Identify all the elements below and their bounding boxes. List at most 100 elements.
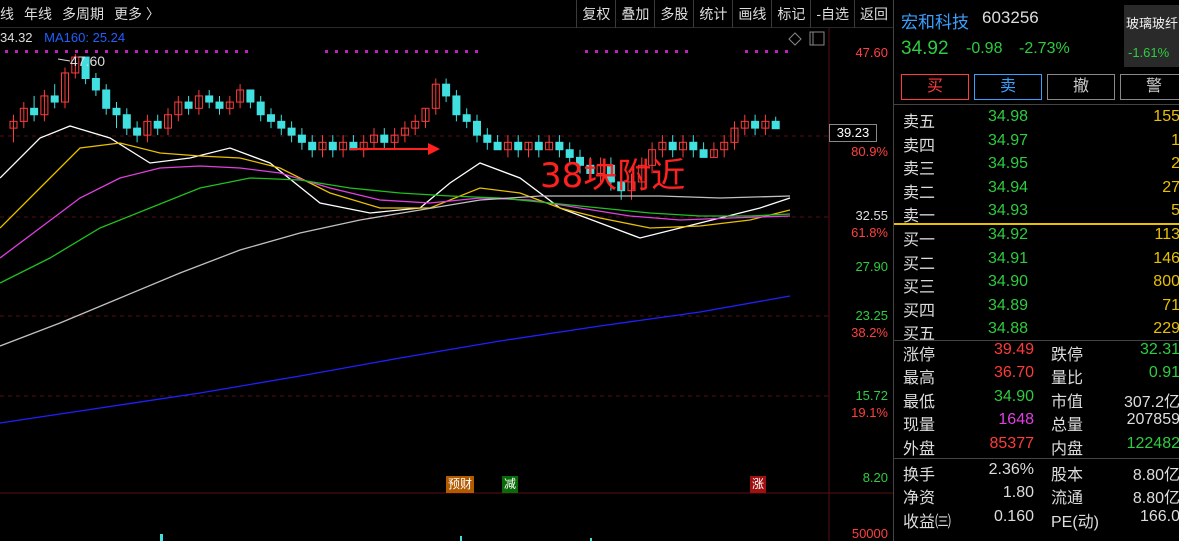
period-option[interactable]: 线 bbox=[0, 4, 14, 24]
orderbook-vol: 155 bbox=[1153, 108, 1179, 125]
stat-label: 收益㈢ bbox=[903, 513, 952, 531]
sector-box[interactable]: 玻璃玻纤 -1.61% bbox=[1124, 5, 1179, 67]
toolbar-button[interactable]: 统计 bbox=[693, 0, 732, 28]
stat-label: 最高 bbox=[903, 370, 936, 388]
volume-tick: 50000 bbox=[851, 526, 888, 541]
divider bbox=[894, 104, 1179, 105]
stat-label: 净资 bbox=[903, 490, 936, 508]
candle-body bbox=[256, 101, 265, 116]
signal-dot bbox=[775, 50, 778, 53]
signal-dot bbox=[755, 50, 758, 53]
signal-dot bbox=[215, 50, 218, 53]
orderbook-row[interactable]: 买三 34.90 800 bbox=[894, 271, 1179, 296]
cancel-order-button[interactable]: 撤 bbox=[1047, 74, 1115, 100]
event-tag-forecast[interactable]: 预财 bbox=[446, 476, 475, 493]
signal-dot bbox=[175, 50, 178, 53]
stat-value: 307.2亿 bbox=[1123, 393, 1179, 411]
fib-label: 61.8% bbox=[851, 225, 888, 240]
signal-dot bbox=[5, 50, 8, 53]
period-option[interactable]: 年线 bbox=[24, 4, 52, 24]
orderbook-label: 买三 bbox=[903, 279, 936, 296]
candle-body bbox=[483, 134, 492, 143]
stat-label: 外盘 bbox=[903, 440, 936, 458]
orderbook-row[interactable]: 买四 34.89 71 bbox=[894, 295, 1179, 320]
orderbook-row[interactable]: 卖五 34.98 155 bbox=[894, 106, 1179, 131]
orderbook-row[interactable]: 买五 34.88 229 bbox=[894, 318, 1179, 343]
candle-body bbox=[133, 127, 142, 136]
candle-body bbox=[328, 141, 337, 151]
stock-code: 603256 bbox=[982, 8, 1039, 27]
toolbar-button[interactable]: -自选 bbox=[810, 0, 854, 28]
buy-button[interactable]: 买 bbox=[901, 74, 969, 100]
toolbar-button[interactable]: 画线 bbox=[732, 0, 771, 28]
toolbar-button[interactable]: 叠加 bbox=[615, 0, 654, 28]
candle-body bbox=[215, 101, 224, 109]
signal-dot bbox=[475, 50, 478, 53]
toolbar-button[interactable]: 标记 bbox=[771, 0, 810, 28]
stat-value: 166.0 bbox=[1139, 507, 1179, 525]
stat-value: 122482 bbox=[1126, 434, 1179, 452]
stat-label: 现量 bbox=[903, 417, 936, 435]
orderbook-row[interactable]: 卖一 34.93 5 bbox=[894, 200, 1179, 225]
orderbook-label: 买一 bbox=[903, 232, 936, 249]
orderbook-price: 34.91 bbox=[988, 249, 1029, 267]
sector-name: 玻璃玻纤 bbox=[1126, 16, 1179, 31]
event-tag-limit-up[interactable]: 涨 bbox=[750, 476, 767, 493]
stat-value: 32.31 bbox=[1139, 341, 1179, 358]
candle-body bbox=[462, 114, 471, 122]
signal-dot bbox=[115, 50, 118, 53]
toolbar-button[interactable]: 复权 bbox=[576, 0, 615, 28]
sell-button[interactable]: 卖 bbox=[974, 74, 1042, 100]
kline-chart[interactable]: 34.32 MA160: 25.24 47.60 38块附近 47.60 39.… bbox=[0, 28, 893, 541]
signal-dot bbox=[165, 50, 168, 53]
orderbook-label: 卖五 bbox=[903, 114, 936, 131]
signal-dot bbox=[405, 50, 408, 53]
period-option[interactable]: 多周期 bbox=[62, 4, 104, 24]
orderbook-price: 34.95 bbox=[988, 155, 1029, 172]
orderbook-price: 34.93 bbox=[988, 202, 1029, 219]
orderbook-row[interactable]: 卖四 34.97 1 bbox=[894, 130, 1179, 155]
signal-dot bbox=[585, 50, 588, 53]
candle-body bbox=[689, 141, 698, 151]
stat-row: 涨停 39.49 跌停 32.31 bbox=[894, 339, 1179, 364]
signal-dot bbox=[655, 50, 658, 53]
signal-dot bbox=[445, 50, 448, 53]
orderbook-row[interactable]: 卖三 34.95 2 bbox=[894, 153, 1179, 178]
signal-dot bbox=[105, 50, 108, 53]
signal-dot bbox=[465, 50, 468, 53]
volume-bar bbox=[160, 534, 163, 541]
stat-value: 39.49 bbox=[993, 341, 1034, 358]
stat-value: 8.80亿 bbox=[1132, 490, 1179, 508]
signal-dot bbox=[145, 50, 148, 53]
signal-dot bbox=[125, 50, 128, 53]
signal-dot bbox=[225, 50, 228, 53]
orderbook-row[interactable]: 买二 34.91 146 bbox=[894, 248, 1179, 273]
signal-dot bbox=[625, 50, 628, 53]
chart-tools: 复权 叠加 多股 统计 画线 标记 -自选 返回 bbox=[576, 0, 893, 28]
kline-canvas[interactable] bbox=[0, 28, 893, 541]
orderbook-vol: 71 bbox=[1162, 296, 1179, 314]
stat-row: 最低 34.90 市值 307.2亿 bbox=[894, 386, 1179, 411]
toolbar-button[interactable]: 多股 bbox=[654, 0, 693, 28]
stat-value: 1.80 bbox=[1002, 484, 1034, 502]
orderbook-row[interactable]: 买一 34.92 113 bbox=[894, 224, 1179, 249]
trade-buttons: 买 卖 撤 警 bbox=[901, 74, 1179, 100]
stat-value: 8.80亿 bbox=[1132, 467, 1179, 484]
toolbar-button[interactable]: 返回 bbox=[854, 0, 893, 28]
candle-body bbox=[287, 127, 296, 136]
signal-dot bbox=[345, 50, 348, 53]
signal-dot bbox=[605, 50, 608, 53]
stat-label: 内盘 bbox=[1051, 440, 1084, 458]
orderbook-vol: 1 bbox=[1171, 131, 1179, 149]
diamond-icon bbox=[788, 32, 802, 46]
period-option[interactable]: 更多 〉 bbox=[114, 4, 160, 24]
orderbook-price: 34.89 bbox=[988, 296, 1029, 314]
signal-dot bbox=[455, 50, 458, 53]
quote-panel: 宏和科技 603256 34.92 -0.98 -2.73% 玻璃玻纤 -1.6… bbox=[893, 0, 1179, 541]
signal-dot bbox=[245, 50, 248, 53]
price-tick: 15.72 bbox=[855, 388, 888, 403]
current-price-box: 39.23 bbox=[829, 124, 877, 142]
orderbook-row[interactable]: 卖二 34.94 27 bbox=[894, 177, 1179, 202]
event-tag-reduce[interactable]: 减 bbox=[502, 476, 519, 493]
alert-button[interactable]: 警 bbox=[1120, 74, 1179, 100]
